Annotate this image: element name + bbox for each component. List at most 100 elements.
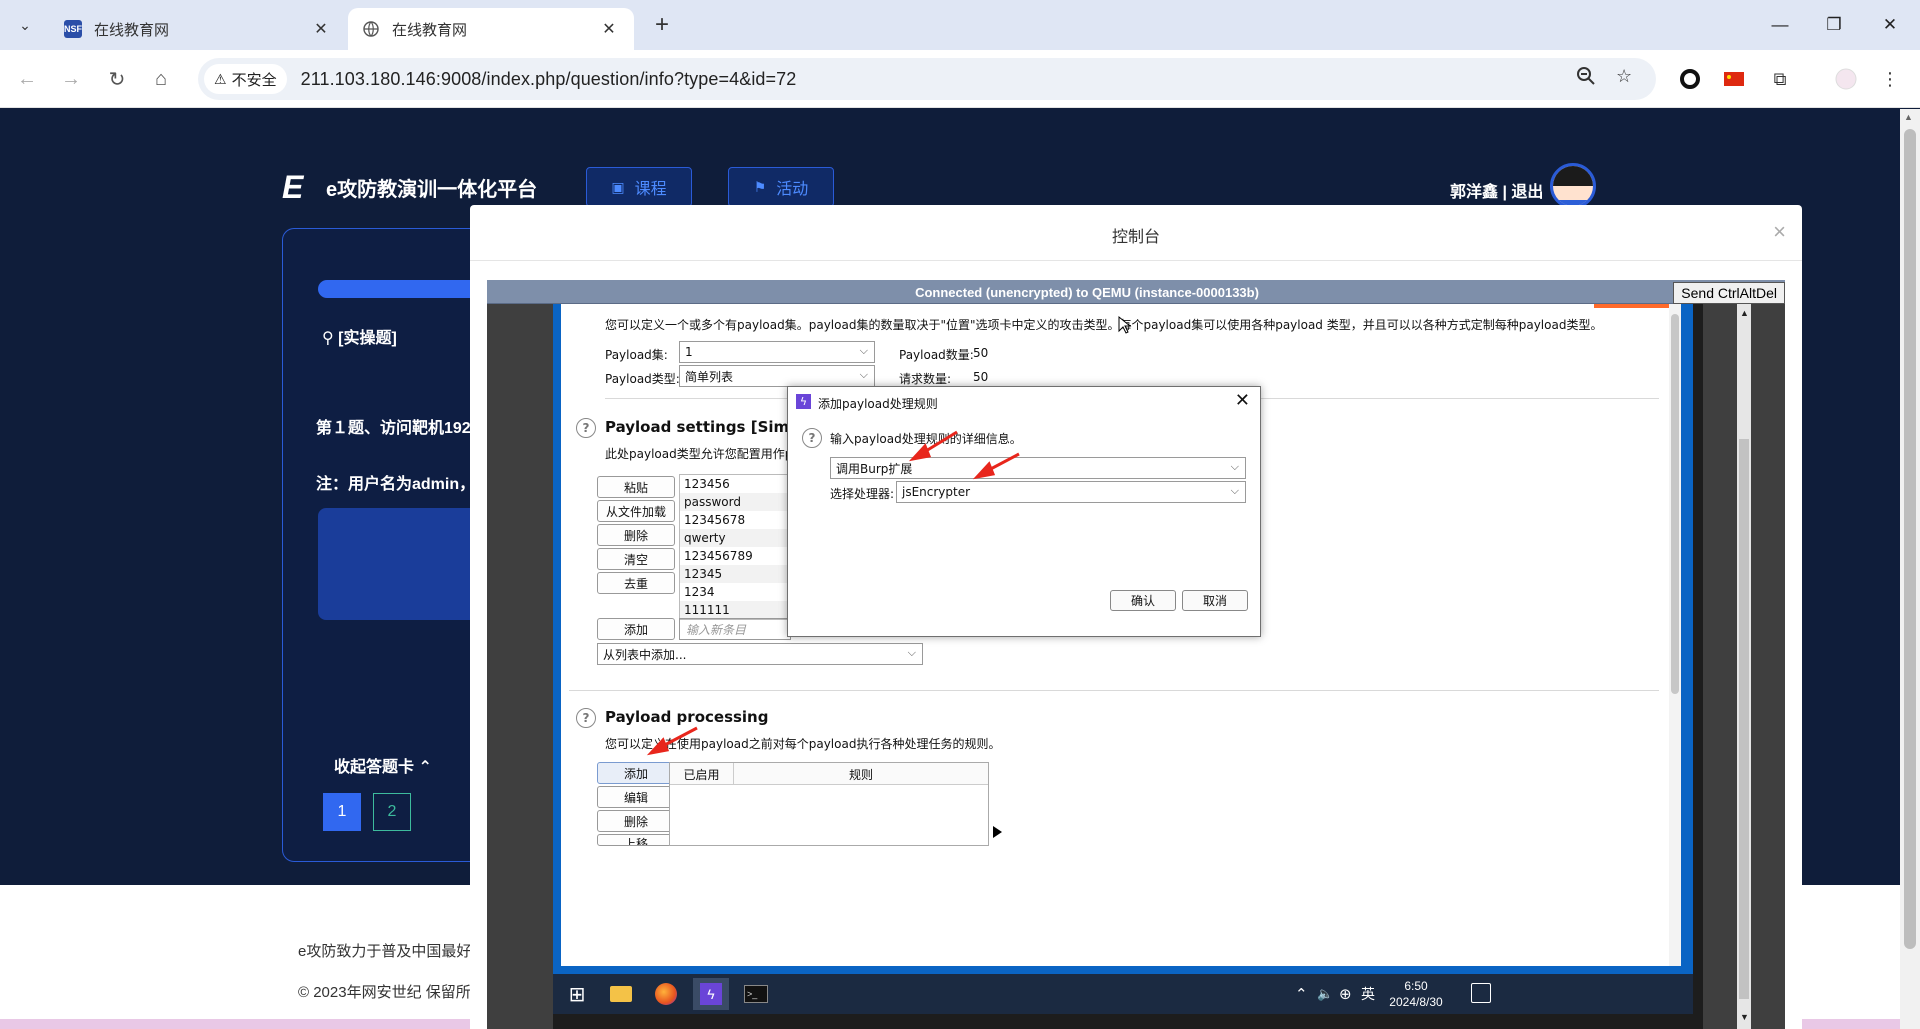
restore-icon[interactable]: ❐ [1806, 0, 1862, 50]
location-pin-icon: ⚲ [322, 330, 339, 347]
browser-tab-strip: ⌄ NSF 在线教育网 ✕ 在线教育网 ✕ + — ❐ ✕ [0, 0, 1920, 50]
annotation-arrows [646, 315, 1132, 756]
vnc-scrollbar[interactable]: ▲ ▼ [1737, 304, 1751, 1029]
annotation-arrowhead [972, 461, 996, 480]
extension-circle-icon[interactable] [1674, 63, 1706, 95]
nav-course-button[interactable]: ▣ 课程 [586, 167, 692, 207]
terminal-icon[interactable]: >_ [738, 978, 774, 1010]
windows-taskbar: ⊞ ϟ >_ ⌃ 🔈 ⊕ 英 6:50 2024/8/30 [553, 974, 1693, 1014]
globe-icon [362, 20, 380, 38]
tab-search-icon[interactable]: ⌄ [10, 10, 40, 40]
burp-intruder-payloads: 您可以定义一个或多个有payload集。payload集的数量取决于"位置"选项… [561, 304, 1681, 966]
send-ctrl-alt-del-button[interactable]: Send CtrlAltDel [1673, 282, 1785, 304]
book-icon: ▣ [611, 178, 625, 195]
window-close-icon[interactable]: ✕ [1862, 0, 1918, 50]
china-flag-icon[interactable] [1718, 63, 1750, 95]
chevron-up-icon: ⌃ [418, 759, 432, 776]
close-icon[interactable]: × [1773, 219, 1786, 245]
zoom-icon[interactable] [1576, 66, 1596, 91]
site-logo[interactable]: E e攻防教演训一体化平台 [282, 169, 538, 205]
page-scrollbar[interactable]: ▲ [1900, 109, 1920, 1029]
network-globe-icon[interactable]: ⊕ [1339, 974, 1352, 1014]
url-text[interactable]: 211.103.180.146:9008/index.php/question/… [301, 69, 797, 90]
answer-area [318, 508, 488, 620]
scrollbar-thumb[interactable] [1671, 314, 1679, 694]
warning-icon: ⚠ [214, 70, 227, 87]
avatar[interactable] [1550, 163, 1596, 209]
address-bar[interactable]: ⚠ 不安全 211.103.180.146:9008/index.php/que… [198, 58, 1656, 100]
vnc-status-bar: Connected (unencrypted) to QEMU (instanc… [487, 280, 1785, 304]
forward-icon[interactable]: → [56, 64, 86, 94]
logo-e-icon: E [282, 169, 304, 205]
notification-icon[interactable] [1471, 983, 1491, 1003]
minimize-icon[interactable]: — [1752, 0, 1808, 50]
collapse-label: 收起答题卡 [334, 759, 415, 776]
answer-number-button[interactable]: 2 [373, 793, 411, 831]
question-note: 注：用户名为admin， [316, 476, 476, 493]
annotation-arrowhead [646, 737, 670, 756]
scroll-up-icon[interactable]: ▲ [1904, 112, 1913, 122]
profile-avatar-icon[interactable] [1830, 63, 1862, 95]
flag-icon: ⚑ [753, 178, 767, 195]
answer-number-button[interactable]: 1 [323, 793, 361, 831]
nav-label: 课程 [634, 181, 667, 198]
tray-chevron-icon[interactable]: ⌃ [1295, 974, 1308, 1014]
favicon-icon: NSF [64, 20, 82, 38]
question-title: 第１题、访问靶机192 [316, 420, 471, 437]
windows-start-icon[interactable]: ⊞ [559, 978, 595, 1010]
burp-shape: ϟ [700, 983, 722, 1005]
modal-header: 控制台 × [470, 205, 1802, 261]
nav-activity-button[interactable]: ⚑ 活动 [728, 167, 834, 207]
firefox-shape [655, 983, 677, 1005]
burp-window: 您可以定义一个或多个有payload集。payload集的数量取决于"位置"选项… [553, 304, 1693, 974]
scrollbar-thumb[interactable] [1739, 439, 1749, 999]
new-tab-button[interactable]: + [648, 12, 676, 40]
scroll-up-icon[interactable]: ▲ [1740, 308, 1749, 318]
scroll-down-icon[interactable]: ▼ [1740, 1012, 1749, 1022]
file-explorer-icon[interactable] [603, 978, 639, 1010]
question-type-label: [实操题] [338, 330, 397, 347]
nav-label: 活动 [776, 181, 809, 198]
footer-copyright: © 2023年网安世纪 保留所 [298, 984, 471, 1001]
reload-icon[interactable]: ↻ [102, 64, 132, 94]
volume-muted-icon[interactable]: 🔈 [1317, 974, 1333, 1014]
vnc-status: Connected (unencrypted) to QEMU (instanc… [915, 285, 1259, 300]
close-tab-icon[interactable]: ✕ [598, 18, 620, 40]
terminal-shape: >_ [744, 985, 768, 1003]
burp-scrollbar[interactable] [1669, 304, 1681, 966]
taskbar-clock[interactable]: 6:50 2024/8/30 [1381, 978, 1451, 1010]
avatar-hair [1553, 166, 1593, 186]
clock-date: 2024/8/30 [1389, 995, 1443, 1009]
burp-suite-icon[interactable]: ϟ [693, 978, 729, 1010]
annotation-arrowhead [908, 443, 932, 462]
tab-title: 在线教育网 [94, 21, 170, 39]
remote-desktop[interactable]: 您可以定义一个或多个有payload集。payload集的数量取决于"位置"选项… [553, 304, 1703, 1029]
folder-shape [610, 986, 632, 1002]
security-chip[interactable]: ⚠ 不安全 [204, 64, 287, 94]
close-tab-icon[interactable]: ✕ [310, 18, 332, 40]
browser-tab-active[interactable]: 在线教育网 ✕ [348, 8, 634, 50]
tab-title: 在线教育网 [392, 21, 468, 39]
question-type: ⚲ [实操题] [322, 324, 397, 348]
modal-title: 控制台 [1111, 229, 1160, 246]
footer-text: e攻防致力于普及中国最好 [298, 943, 472, 960]
back-icon[interactable]: ← [12, 64, 42, 94]
insecure-label: 不安全 [231, 71, 277, 89]
scrollbar-thumb[interactable] [1904, 129, 1916, 949]
star-icon[interactable]: ☆ [1616, 66, 1632, 87]
collapse-answer-card[interactable]: 收起答题卡 ⌃ [334, 753, 432, 777]
user-logout[interactable]: 郭洋鑫 | 退出 [1450, 178, 1543, 202]
home-icon[interactable]: ⌂ [146, 64, 176, 94]
address-toolbar: ← → ↻ ⌂ ⚠ 不安全 211.103.180.146:9008/index… [0, 50, 1920, 108]
browser-menu-icon[interactable]: ⋮ [1874, 63, 1906, 95]
browser-tab[interactable]: NSF 在线教育网 ✕ [50, 8, 346, 50]
progress-bar [318, 280, 478, 298]
ime-indicator[interactable]: 英 [1361, 974, 1375, 1014]
firefox-icon[interactable] [648, 978, 684, 1010]
console-modal: 控制台 × Connected (unencrypted) to QEMU (i… [470, 205, 1802, 1029]
extensions-puzzle-icon[interactable]: ⧉ [1764, 63, 1796, 95]
logo-text: e攻防教演训一体化平台 [326, 178, 538, 201]
mouse-cursor-icon [1118, 315, 1132, 334]
vnc-viewer[interactable]: Connected (unencrypted) to QEMU (instanc… [487, 280, 1785, 1029]
clock-time: 6:50 [1404, 979, 1428, 993]
